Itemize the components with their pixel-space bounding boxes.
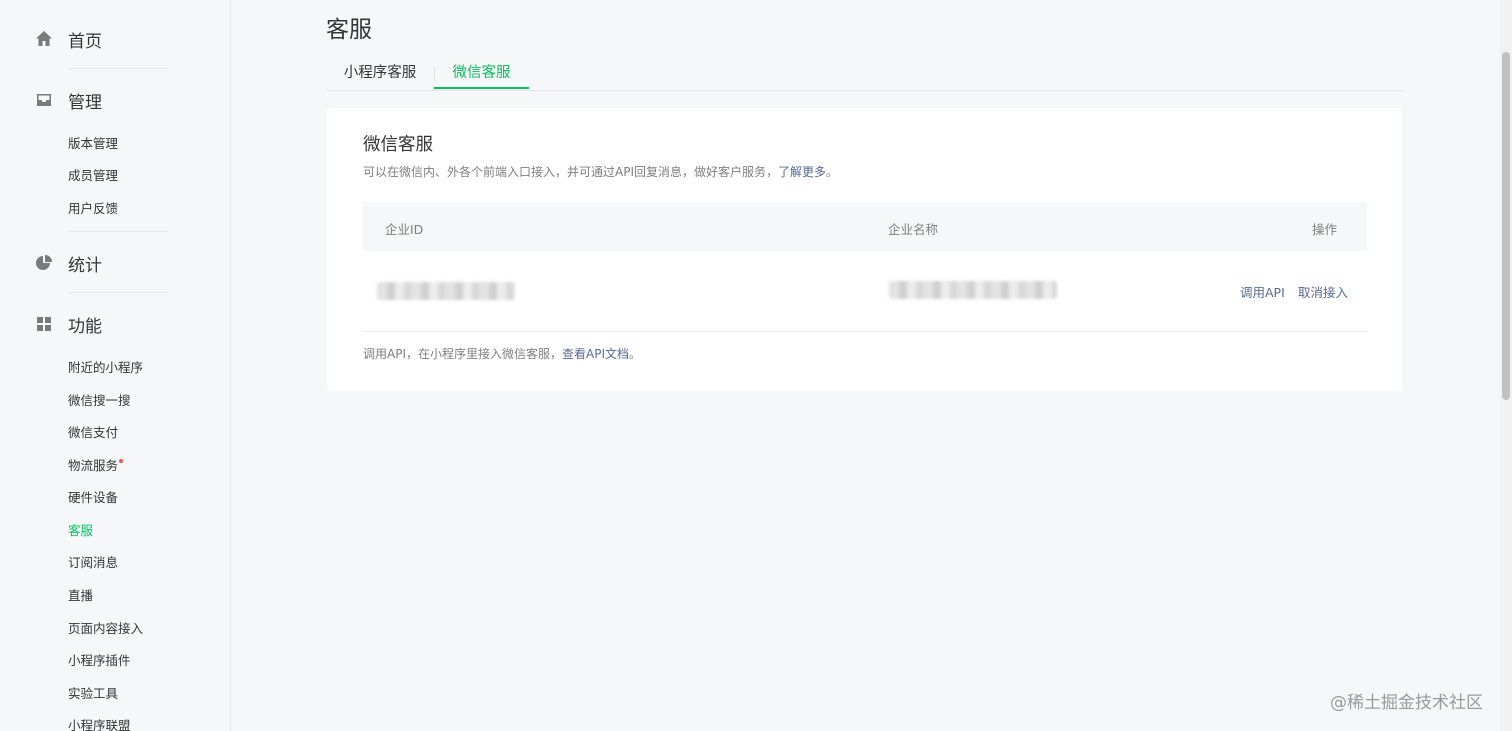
sidebar-item-search[interactable]: 微信搜一搜 — [68, 393, 131, 409]
card-footer-note: 调用API，在小程序里接入微信客服，查看API文档。 — [363, 345, 641, 362]
sidebar-item-logistics[interactable]: 物流服务 — [68, 458, 124, 474]
redacted-corp-id — [377, 282, 515, 300]
footer-text: 调用API，在小程序里接入微信客服， — [363, 347, 562, 361]
pie-chart-icon — [36, 255, 52, 270]
redacted-corp-name — [889, 281, 1057, 299]
wechat-service-card: 微信客服 可以在微信内、外各个前端入口接入，并可通过API回复消息，做好客户服务… — [327, 108, 1402, 391]
home-icon — [36, 31, 52, 46]
sidebar-item-members[interactable]: 成员管理 — [68, 168, 118, 184]
sidebar-border — [230, 0, 231, 731]
nav-stats[interactable]: 统计 — [0, 243, 230, 283]
description-end: 。 — [826, 165, 839, 179]
nav-home[interactable]: 首页 — [0, 19, 230, 59]
cancel-access-link[interactable]: 取消接入 — [1298, 282, 1348, 301]
sidebar-item-lab[interactable]: 实验工具 — [68, 686, 118, 702]
sidebar-item-feedback[interactable]: 用户反馈 — [68, 201, 118, 217]
sidebar-item-alliance[interactable]: 小程序联盟 — [68, 718, 131, 731]
watermark: @稀土掘金技术社区 — [1330, 693, 1483, 713]
sidebar-item-plugins[interactable]: 小程序插件 — [68, 653, 131, 669]
nav-features[interactable]: 功能 — [0, 304, 230, 344]
learn-more-link[interactable]: 了解更多 — [778, 165, 826, 179]
sidebar-item-logistics-label: 物流服务 — [68, 458, 119, 473]
nav-stats-label: 统计 — [68, 255, 102, 276]
card-description: 可以在微信内、外各个前端入口接入，并可通过API回复消息，做好客户服务，了解更多… — [363, 163, 838, 180]
column-header-actions: 操作 — [1311, 222, 1337, 237]
card-title: 微信客服 — [363, 135, 433, 155]
tab-miniprogram-service[interactable]: 小程序客服 — [326, 58, 434, 89]
sidebar-item-live[interactable]: 直播 — [68, 588, 93, 604]
divider — [68, 231, 168, 232]
page-title: 客服 — [326, 17, 372, 43]
tab-bar: 小程序客服 微信客服 — [326, 58, 1403, 91]
nav-features-label: 功能 — [68, 316, 102, 337]
sidebar: 首页 管理 版本管理 成员管理 用户反馈 统计 功能 附近的小程序 微信搜一搜 … — [0, 0, 230, 731]
table-header: 企业ID 企业名称 操作 — [363, 202, 1367, 251]
grid-icon — [37, 317, 51, 331]
sidebar-item-pay[interactable]: 微信支付 — [68, 425, 118, 441]
tab-wechat-service[interactable]: 微信客服 — [434, 58, 529, 89]
description-text: 可以在微信内、外各个前端入口接入，并可通过API回复消息，做好客户服务， — [363, 165, 778, 179]
inbox-icon — [37, 94, 51, 106]
divider — [68, 68, 168, 69]
nav-home-label: 首页 — [68, 31, 102, 52]
footer-end: 。 — [629, 347, 642, 361]
sidebar-item-page-content[interactable]: 页面内容接入 — [68, 621, 143, 637]
scrollbar[interactable] — [1500, 0, 1512, 731]
sidebar-item-version[interactable]: 版本管理 — [68, 136, 118, 152]
column-header-corp-id: 企业ID — [385, 222, 424, 237]
sidebar-item-nearby[interactable]: 附近的小程序 — [68, 360, 143, 376]
sidebar-item-customer-service[interactable]: 客服 — [68, 523, 93, 539]
api-docs-link[interactable]: 查看API文档 — [562, 347, 629, 361]
table-row: 调用API 取消接入 — [363, 251, 1367, 332]
nav-manage[interactable]: 管理 — [0, 80, 230, 120]
nav-manage-label: 管理 — [68, 92, 102, 113]
divider — [68, 292, 168, 293]
sidebar-item-subscribe[interactable]: 订阅消息 — [68, 555, 118, 571]
scrollbar-thumb[interactable] — [1502, 52, 1510, 400]
sidebar-item-hardware[interactable]: 硬件设备 — [68, 490, 118, 506]
tab-divider — [434, 67, 435, 81]
new-badge-dot — [119, 459, 124, 463]
call-api-link[interactable]: 调用API — [1240, 282, 1285, 301]
column-header-corp-name: 企业名称 — [888, 222, 939, 237]
